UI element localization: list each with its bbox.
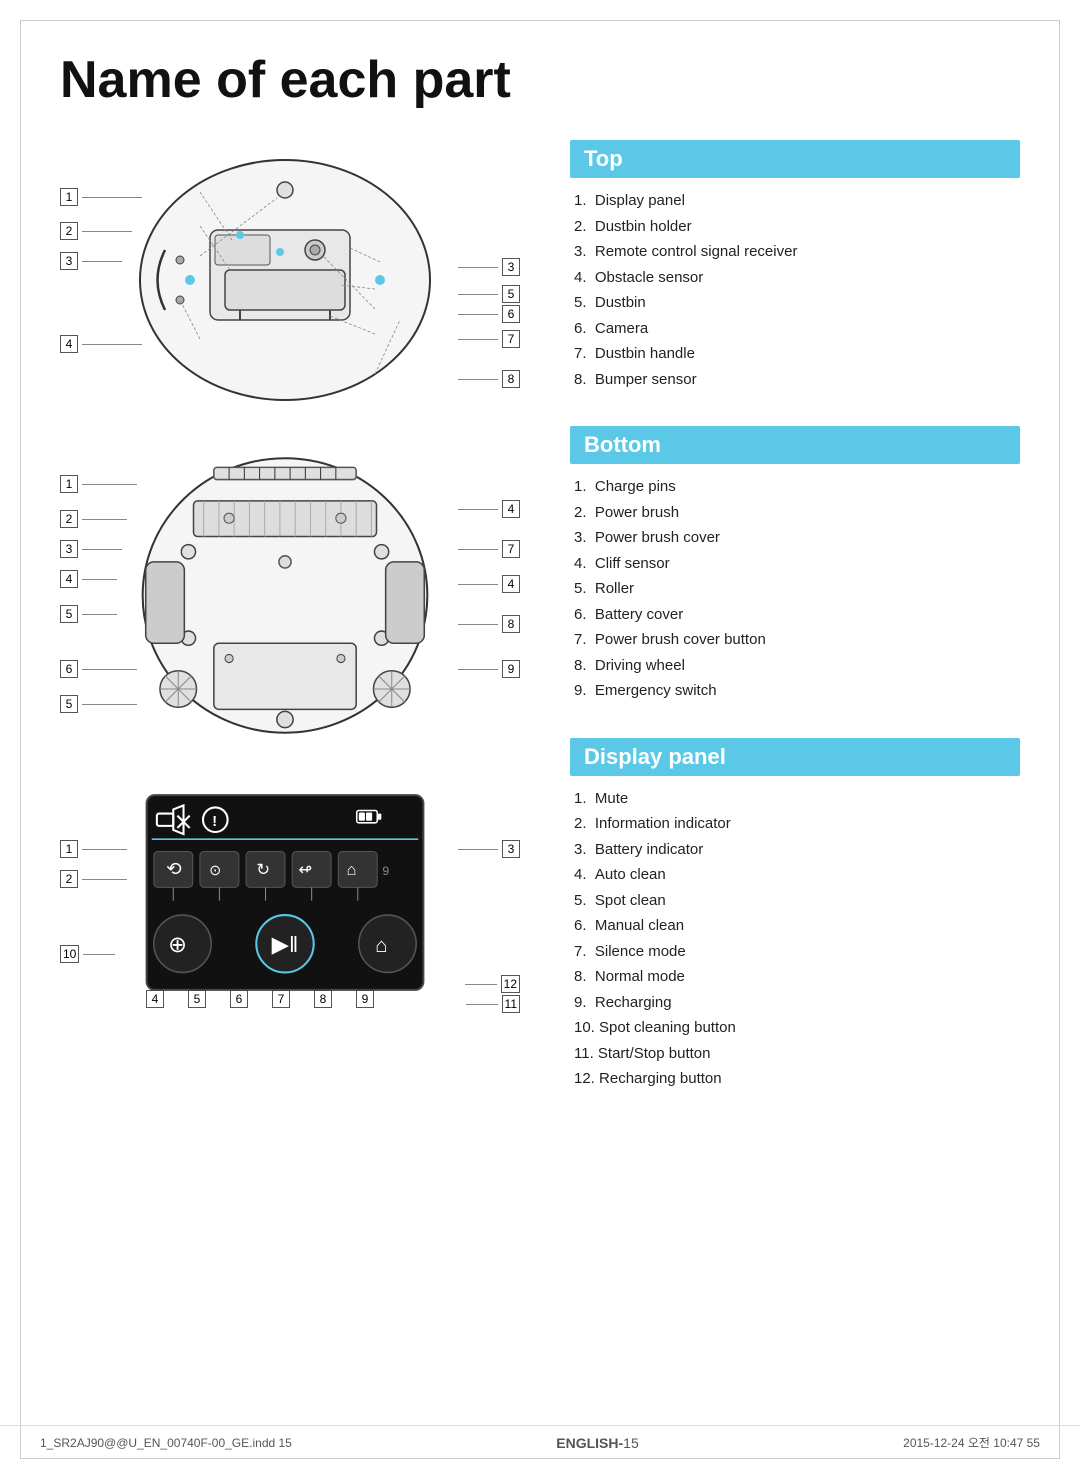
bottom-label-9: 9 [458,660,520,678]
page-number: 15 [623,1435,639,1451]
display-item-3: 3. Battery indicator [570,837,1020,863]
bottom-item-3: 3. Power brush cover [570,525,1020,551]
display-diagram-block: 1 2 10 3 [60,775,540,1010]
top-label-3-right: 3 [458,258,520,276]
top-item-1: 1. Display panel [570,188,1020,214]
display-section: Display panel 1. Mute 2. Information ind… [570,738,1020,1092]
display-item-10: 10. Spot cleaning button [570,1015,1020,1041]
svg-text:⟲: ⟲ [166,858,181,879]
panel-label-2: 2 [60,870,127,888]
display-item-7: 7. Silence mode [570,939,1020,965]
bottom-item-8: 8. Driving wheel [570,653,1020,679]
top-view-svg [130,140,450,405]
svg-text:9: 9 [382,864,389,878]
right-column: Top 1. Display panel 2. Dustbin holder 3… [570,140,1020,1092]
display-item-2: 2. Information indicator [570,811,1020,837]
bottom-label-5: 5 [60,605,117,623]
display-item-6: 6. Manual clean [570,913,1020,939]
top-item-3: 3. Remote control signal receiver [570,239,1020,265]
top-label-3-left: 3 [60,252,122,270]
display-section-list: 1. Mute 2. Information indicator 3. Batt… [570,786,1020,1092]
bottom-label-7: 7 [458,540,520,558]
bottom-section-header: Bottom [570,426,1020,464]
left-column: 1 2 3 4 [60,140,540,1092]
panel-label-12: 12 [465,975,520,993]
svg-text:!: ! [212,814,217,830]
top-item-5: 5. Dustbin [570,290,1020,316]
bottom-item-7: 7. Power brush cover button [570,627,1020,653]
svg-text:↫: ↫ [298,861,312,879]
footer-right: 2015-12-24 오전 10:47 55 [903,1434,1040,1451]
top-item-8: 8. Bumper sensor [570,367,1020,393]
display-section-header: Display panel [570,738,1020,776]
top-section: Top 1. Display panel 2. Dustbin holder 3… [570,140,1020,392]
bottom-label-4-right: 4 [458,500,520,518]
svg-text:⊕: ⊕ [168,932,187,957]
bottom-label-4-right2: 4 [458,575,520,593]
svg-text:↻: ↻ [256,861,270,879]
bottom-label-4-left: 4 [60,570,117,588]
top-label-6: 6 [458,305,520,323]
top-diagram-block: 1 2 3 4 [60,140,540,405]
top-section-header: Top [570,140,1020,178]
content-area: 1 2 3 4 [60,140,1020,1092]
bottom-label-8: 8 [458,615,520,633]
panel-label-3: 3 [458,840,520,858]
top-label-2: 2 [60,222,132,240]
display-item-8: 8. Normal mode [570,964,1020,990]
panel-view-svg: ! ⟲ [140,790,430,995]
top-label-7: 7 [458,330,520,348]
top-label-8: 8 [458,370,520,388]
footer-page-num: ENGLISH-15 [556,1435,638,1451]
top-item-2: 2. Dustbin holder [570,214,1020,240]
bottom-section: Bottom 1. Charge pins 2. Power brush 3. … [570,426,1020,704]
bottom-item-1: 1. Charge pins [570,474,1020,500]
bottom-label-2: 2 [60,510,127,528]
page-footer: 1_SR2AJ90@@U_EN_00740F-00_GE.indd 15 ENG… [0,1425,1080,1451]
top-label-5: 5 [458,285,520,303]
bottom-item-6: 6. Battery cover [570,602,1020,628]
bottom-section-list: 1. Charge pins 2. Power brush 3. Power b… [570,474,1020,704]
page-title: Name of each part [60,50,1020,110]
panel-label-1: 1 [60,840,127,858]
panel-label-11: 11 [466,995,520,1013]
display-item-1: 1. Mute [570,786,1020,812]
page: Name of each part 1 2 3 [0,0,1080,1479]
display-item-12: 12. Recharging button [570,1066,1020,1092]
bottom-item-5: 5. Roller [570,576,1020,602]
svg-text:⊙: ⊙ [209,863,221,879]
display-item-4: 4. Auto clean [570,862,1020,888]
svg-text:▶‖: ▶‖ [272,932,299,957]
bottom-item-4: 4. Cliff sensor [570,551,1020,577]
svg-text:⌂: ⌂ [347,861,357,879]
top-item-4: 4. Obstacle sensor [570,265,1020,291]
bottom-item-2: 2. Power brush [570,500,1020,526]
top-section-list: 1. Display panel 2. Dustbin holder 3. Re… [570,188,1020,392]
display-item-9: 9. Recharging [570,990,1020,1016]
display-item-5: 5. Spot clean [570,888,1020,914]
bottom-item-9: 9. Emergency switch [570,678,1020,704]
display-item-11: 11. Start/Stop button [570,1041,1020,1067]
panel-label-10: 10 [60,945,115,963]
footer-left: 1_SR2AJ90@@U_EN_00740F-00_GE.indd 15 [40,1436,292,1450]
top-item-6: 6. Camera [570,316,1020,342]
svg-text:⌂: ⌂ [375,934,387,957]
bottom-label-3: 3 [60,540,122,558]
bottom-diagram-block: 1 2 3 4 5 [60,435,540,745]
bottom-view-svg [125,445,445,750]
top-item-7: 7. Dustbin handle [570,341,1020,367]
